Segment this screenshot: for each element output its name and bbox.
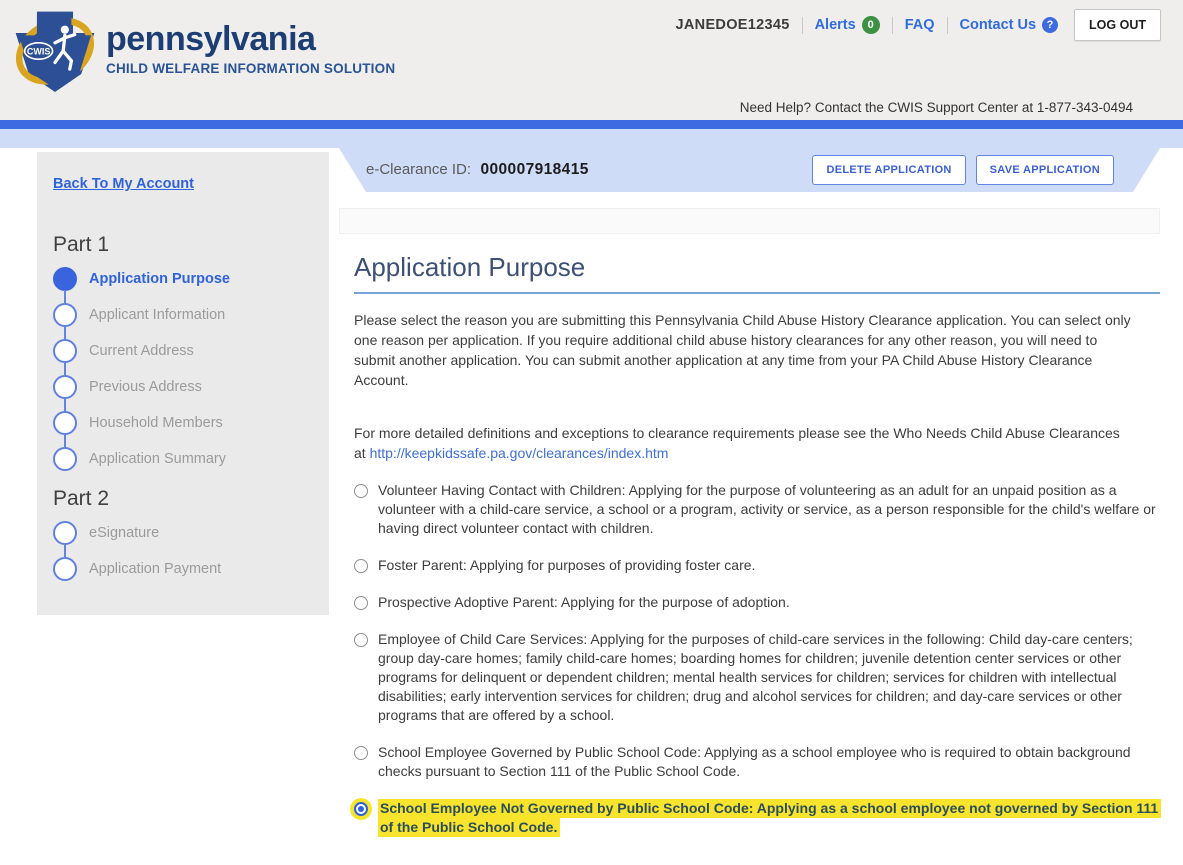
radio-foster-parent[interactable] xyxy=(354,559,368,573)
option-school-employee-governed[interactable]: School Employee Governed by Public Schoo… xyxy=(354,743,1160,781)
option-label[interactable]: Prospective Adoptive Parent: Applying fo… xyxy=(378,594,790,610)
contact-us-link[interactable]: Contact Us ? xyxy=(960,17,1059,33)
divider xyxy=(947,17,948,34)
save-application-button[interactable]: SAVE APPLICATION xyxy=(976,155,1114,185)
wizard-sidebar: Back To My Account Part 1 Application Pu… xyxy=(37,152,329,615)
radio-adoptive-parent[interactable] xyxy=(354,596,368,610)
lightblue-strip xyxy=(0,129,1183,148)
username: JANEDOE12345 xyxy=(676,17,790,33)
step-label: Application Purpose xyxy=(89,271,230,287)
step-dot-icon xyxy=(53,411,77,435)
contact-us-label: Contact Us xyxy=(960,17,1037,33)
step-dot-icon xyxy=(53,447,77,471)
eclearance-id-label: e-Clearance ID: xyxy=(366,161,471,178)
faq-link[interactable]: FAQ xyxy=(905,17,935,33)
divider xyxy=(892,17,893,34)
radio-volunteer[interactable] xyxy=(354,484,368,498)
logout-button[interactable]: LOG OUT xyxy=(1074,9,1161,41)
brand-subtitle: CHILD WELFARE INFORMATION SOLUTION xyxy=(106,61,395,76)
step-current-address[interactable]: Current Address xyxy=(53,339,319,363)
option-label[interactable]: School Employee Not Governed by Public S… xyxy=(378,799,1161,837)
back-to-account-link[interactable]: Back To My Account xyxy=(53,176,194,192)
option-label[interactable]: Employee of Child Care Services: Applyin… xyxy=(378,631,1133,723)
title-rule xyxy=(354,292,1160,294)
step-label: Previous Address xyxy=(89,379,202,395)
step-dot-icon xyxy=(53,521,77,545)
option-volunteer[interactable]: Volunteer Having Contact with Children: … xyxy=(354,481,1160,538)
cwis-keystone-logo-icon: CWIS xyxy=(14,8,96,94)
step-application-payment[interactable]: Application Payment xyxy=(53,557,319,581)
main-content: e-Clearance ID: 000007918415 DELETE APPL… xyxy=(339,148,1183,837)
step-application-summary[interactable]: Application Summary xyxy=(53,447,319,471)
step-applicant-information[interactable]: Applicant Information xyxy=(53,303,319,327)
alerts-count-badge: 0 xyxy=(862,16,880,34)
svg-text:CWIS: CWIS xyxy=(27,46,51,56)
delete-application-button[interactable]: DELETE APPLICATION xyxy=(812,155,965,185)
step-dot-icon xyxy=(53,557,77,581)
step-label: Application Summary xyxy=(89,451,226,467)
step-previous-address[interactable]: Previous Address xyxy=(53,375,319,399)
alerts-link[interactable]: Alerts 0 xyxy=(815,16,880,34)
radio-school-employee-not-governed[interactable] xyxy=(354,802,368,816)
step-label: Household Members xyxy=(89,415,223,431)
faq-label: FAQ xyxy=(905,17,935,33)
step-label: eSignature xyxy=(89,525,159,541)
eclearance-id: e-Clearance ID: 000007918415 xyxy=(366,161,589,179)
option-label[interactable]: Volunteer Having Contact with Children: … xyxy=(378,482,1156,536)
part2-heading: Part 2 xyxy=(53,487,319,511)
brand-block: pennsylvania CHILD WELFARE INFORMATION S… xyxy=(106,8,395,76)
blue-divider-bar xyxy=(0,120,1183,129)
option-adoptive-parent[interactable]: Prospective Adoptive Parent: Applying fo… xyxy=(354,593,1160,612)
divider xyxy=(802,17,803,34)
step-dot-icon xyxy=(53,339,77,363)
step-dot-filled-icon xyxy=(53,267,77,291)
page-title: Application Purpose xyxy=(354,252,1160,283)
step-household-members[interactable]: Household Members xyxy=(53,411,319,435)
step-label: Applicant Information xyxy=(89,307,225,323)
eclearance-banner: e-Clearance ID: 000007918415 DELETE APPL… xyxy=(339,148,1160,192)
option-label[interactable]: School Employee Governed by Public Schoo… xyxy=(378,744,1131,779)
support-help-text: Need Help? Contact the CWIS Support Cent… xyxy=(740,100,1133,115)
part1-steps: Application Purpose Applicant Informatio… xyxy=(53,267,319,471)
option-label[interactable]: Foster Parent: Applying for purposes of … xyxy=(378,557,755,573)
brand-name: pennsylvania xyxy=(106,22,395,56)
app-header: CWIS pennsylvania CHILD WELFARE INFORMAT… xyxy=(0,0,1183,120)
step-dot-icon xyxy=(53,375,77,399)
banner-buttons: DELETE APPLICATION SAVE APPLICATION xyxy=(812,155,1114,185)
option-child-care-employee[interactable]: Employee of Child Care Services: Applyin… xyxy=(354,630,1160,725)
option-foster-parent[interactable]: Foster Parent: Applying for purposes of … xyxy=(354,556,1160,575)
step-dot-icon xyxy=(53,303,77,327)
purpose-options-list: Volunteer Having Contact with Children: … xyxy=(354,481,1160,837)
part1-heading: Part 1 xyxy=(53,233,319,257)
step-application-purpose[interactable]: Application Purpose xyxy=(53,267,319,291)
intro-paragraph: Please select the reason you are submitt… xyxy=(354,310,1134,390)
utility-bar: JANEDOE12345 Alerts 0 FAQ Contact Us ? L… xyxy=(676,9,1161,41)
option-school-employee-not-governed[interactable]: School Employee Not Governed by Public S… xyxy=(354,799,1160,837)
part2-steps: eSignature Application Payment xyxy=(53,521,319,581)
keepkidssafe-link[interactable]: http://keepkidssafe.pa.gov/clearances/in… xyxy=(370,445,669,461)
radio-child-care-employee[interactable] xyxy=(354,633,368,647)
eclearance-id-value: 000007918415 xyxy=(481,161,589,178)
message-strip xyxy=(339,208,1160,234)
alerts-label: Alerts xyxy=(815,17,856,33)
step-label: Application Payment xyxy=(89,561,221,577)
more-info-paragraph: For more detailed definitions and except… xyxy=(354,423,1134,463)
radio-school-employee-governed[interactable] xyxy=(354,746,368,760)
step-esignature[interactable]: eSignature xyxy=(53,521,319,545)
help-question-icon: ? xyxy=(1042,17,1058,33)
step-label: Current Address xyxy=(89,343,194,359)
